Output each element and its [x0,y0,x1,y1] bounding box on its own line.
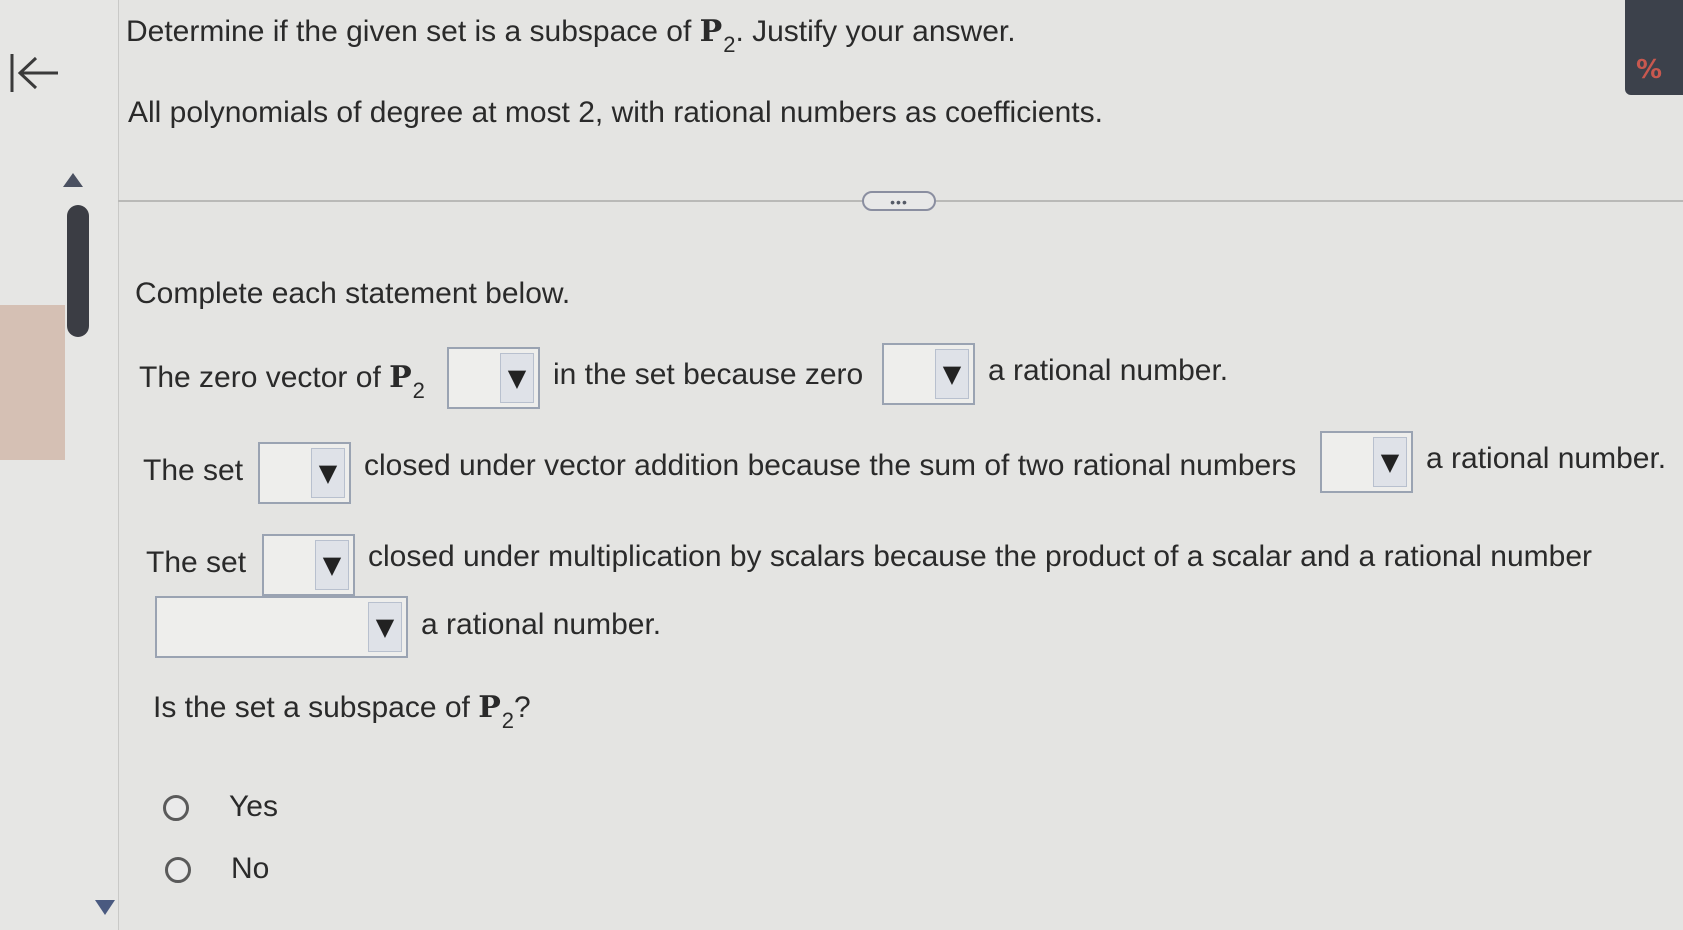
set-description: All polynomials of degree at most 2, wit… [128,96,1103,129]
chevron-down-icon: ▼ [368,602,402,652]
page: % Determine if the given set is a subspa… [0,0,1683,930]
scroll-down-icon[interactable] [94,898,116,916]
scrollbar-thumb[interactable] [67,205,89,337]
zero-rational-dropdown[interactable]: ▼ [882,343,975,405]
subspace-question: Is the set a subspace of P2? [153,690,531,733]
instructions: Complete each statement below. [135,277,571,310]
statement2-mid: closed under vector addition because the… [364,449,1297,482]
statement2-pre: The set [143,454,244,487]
zero-in-set-dropdown[interactable]: ▼ [447,347,540,409]
chevron-down-icon: ▼ [500,353,534,403]
product-rational-dropdown[interactable]: ▼ [155,596,408,658]
chevron-down-icon: ▼ [311,448,345,498]
question-prompt: Determine if the given set is a subspace… [126,14,1016,57]
option-label: Yes [229,790,278,823]
radio-button[interactable] [165,857,191,883]
back-arrow-icon[interactable] [6,50,62,96]
statement1-pre: The zero vector of P2 [139,360,425,403]
left-rail [0,0,119,930]
statement1-mid: in the set because zero [553,358,864,391]
closed-addition-dropdown[interactable]: ▼ [258,442,351,504]
closed-scalar-dropdown[interactable]: ▼ [262,534,355,596]
expand-button[interactable]: ••• [862,191,936,211]
statement3-post: a rational number. [421,608,662,641]
statement1-post: a rational number. [988,354,1229,387]
scroll-up-icon[interactable] [62,172,84,188]
chevron-down-icon: ▼ [315,540,349,590]
radio-button[interactable] [163,795,189,821]
percent-icon[interactable]: % [1636,55,1662,85]
chevron-down-icon: ▼ [1373,437,1407,487]
side-panel-tab [0,305,65,460]
statement3-mid: closed under multiplication by scalars b… [368,540,1593,573]
statement3-pre: The set [146,546,247,579]
sum-rational-dropdown[interactable]: ▼ [1320,431,1413,493]
chevron-down-icon: ▼ [935,349,969,399]
statement2-post: a rational number. [1426,442,1667,475]
option-label: No [231,852,270,885]
